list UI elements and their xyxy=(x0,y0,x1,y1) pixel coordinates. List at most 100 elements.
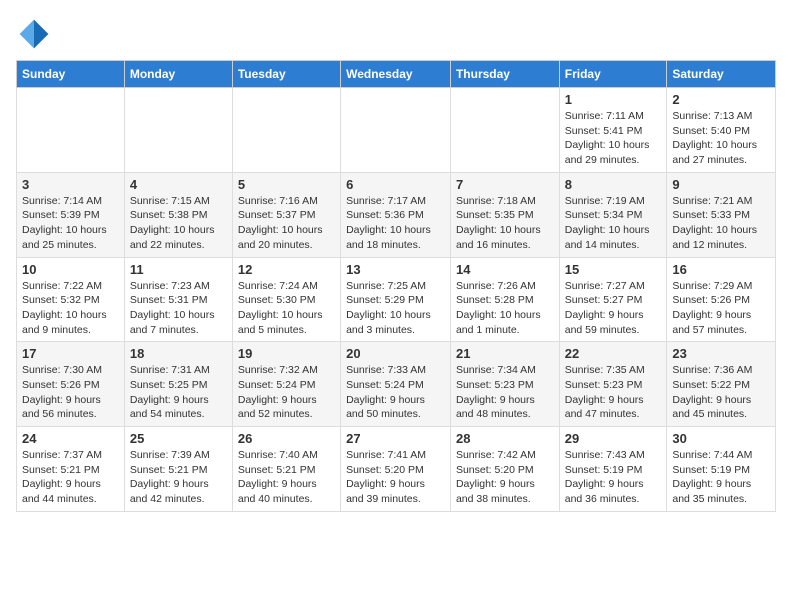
day-cell: 3 Sunrise: 7:14 AM Sunset: 5:39 PM Daylig… xyxy=(17,172,125,257)
day-cell: 16 Sunrise: 7:29 AM Sunset: 5:26 PM Dayli… xyxy=(667,257,776,342)
day-cell: 14 Sunrise: 7:26 AM Sunset: 5:28 PM Dayli… xyxy=(450,257,559,342)
day-cell: 28 Sunrise: 7:42 AM Sunset: 5:20 PM Dayli… xyxy=(450,427,559,512)
week-row-4: 24Sunrise: 7:37 AM Sunset: 5:21 PM Dayli… xyxy=(17,427,776,512)
calendar-table: SundayMondayTuesdayWednesdayThursdayFrid… xyxy=(16,60,776,512)
day-cell: 20 Sunrise: 7:33 AM Sunset: 5:24 PM Dayli… xyxy=(341,342,451,427)
header-monday: Monday xyxy=(124,61,232,88)
day-number: 9 xyxy=(672,177,770,192)
day-number: 29 xyxy=(565,431,662,446)
day-cell: 12Sunrise: 7:24 AM Sunset: 5:30 PM Dayli… xyxy=(232,257,340,342)
week-row-0: 1 Sunrise: 7:11 AM Sunset: 5:41 PM Daylig… xyxy=(17,88,776,173)
day-info: Sunrise: 7:34 AM Sunset: 5:23 PM Dayligh… xyxy=(456,363,554,422)
day-info: Sunrise: 7:25 AM Sunset: 5:29 PM Dayligh… xyxy=(346,279,445,338)
day-cell xyxy=(232,88,340,173)
day-info: Sunrise: 7:18 AM Sunset: 5:35 PM Dayligh… xyxy=(456,194,554,253)
day-cell: 27 Sunrise: 7:41 AM Sunset: 5:20 PM Dayli… xyxy=(341,427,451,512)
day-cell: 17 Sunrise: 7:30 AM Sunset: 5:26 PM Dayli… xyxy=(17,342,125,427)
day-cell: 24Sunrise: 7:37 AM Sunset: 5:21 PM Dayli… xyxy=(17,427,125,512)
day-number: 20 xyxy=(346,346,445,361)
day-cell: 9 Sunrise: 7:21 AM Sunset: 5:33 PM Daylig… xyxy=(667,172,776,257)
week-row-3: 17 Sunrise: 7:30 AM Sunset: 5:26 PM Dayli… xyxy=(17,342,776,427)
day-info: Sunrise: 7:40 AM Sunset: 5:21 PM Dayligh… xyxy=(238,448,335,507)
header-sunday: Sunday xyxy=(17,61,125,88)
header-row: SundayMondayTuesdayWednesdayThursdayFrid… xyxy=(17,61,776,88)
day-cell: 8 Sunrise: 7:19 AM Sunset: 5:34 PM Daylig… xyxy=(559,172,667,257)
day-cell: 30 Sunrise: 7:44 AM Sunset: 5:19 PM Dayli… xyxy=(667,427,776,512)
header-friday: Friday xyxy=(559,61,667,88)
day-number: 2 xyxy=(672,92,770,107)
day-cell: 29 Sunrise: 7:43 AM Sunset: 5:19 PM Dayli… xyxy=(559,427,667,512)
day-number: 14 xyxy=(456,262,554,277)
day-number: 21 xyxy=(456,346,554,361)
day-info: Sunrise: 7:36 AM Sunset: 5:22 PM Dayligh… xyxy=(672,363,770,422)
day-cell: 21 Sunrise: 7:34 AM Sunset: 5:23 PM Dayli… xyxy=(450,342,559,427)
day-info: Sunrise: 7:41 AM Sunset: 5:20 PM Dayligh… xyxy=(346,448,445,507)
day-cell: 10 Sunrise: 7:22 AM Sunset: 5:32 PM Dayli… xyxy=(17,257,125,342)
day-info: Sunrise: 7:15 AM Sunset: 5:38 PM Dayligh… xyxy=(130,194,227,253)
day-number: 3 xyxy=(22,177,119,192)
day-cell: 11 Sunrise: 7:23 AM Sunset: 5:31 PM Dayli… xyxy=(124,257,232,342)
day-cell: 5 Sunrise: 7:16 AM Sunset: 5:37 PM Daylig… xyxy=(232,172,340,257)
day-info: Sunrise: 7:31 AM Sunset: 5:25 PM Dayligh… xyxy=(130,363,227,422)
header-wednesday: Wednesday xyxy=(341,61,451,88)
day-info: Sunrise: 7:11 AM Sunset: 5:41 PM Dayligh… xyxy=(565,109,662,168)
day-info: Sunrise: 7:14 AM Sunset: 5:39 PM Dayligh… xyxy=(22,194,119,253)
day-cell xyxy=(17,88,125,173)
day-number: 25 xyxy=(130,431,227,446)
day-number: 23 xyxy=(672,346,770,361)
day-cell: 22 Sunrise: 7:35 AM Sunset: 5:23 PM Dayli… xyxy=(559,342,667,427)
logo-icon xyxy=(16,16,52,52)
day-cell: 18 Sunrise: 7:31 AM Sunset: 5:25 PM Dayli… xyxy=(124,342,232,427)
day-info: Sunrise: 7:35 AM Sunset: 5:23 PM Dayligh… xyxy=(565,363,662,422)
day-info: Sunrise: 7:19 AM Sunset: 5:34 PM Dayligh… xyxy=(565,194,662,253)
day-info: Sunrise: 7:30 AM Sunset: 5:26 PM Dayligh… xyxy=(22,363,119,422)
day-number: 7 xyxy=(456,177,554,192)
day-number: 13 xyxy=(346,262,445,277)
day-number: 5 xyxy=(238,177,335,192)
day-number: 8 xyxy=(565,177,662,192)
day-info: Sunrise: 7:33 AM Sunset: 5:24 PM Dayligh… xyxy=(346,363,445,422)
day-number: 30 xyxy=(672,431,770,446)
day-number: 22 xyxy=(565,346,662,361)
day-info: Sunrise: 7:42 AM Sunset: 5:20 PM Dayligh… xyxy=(456,448,554,507)
day-info: Sunrise: 7:16 AM Sunset: 5:37 PM Dayligh… xyxy=(238,194,335,253)
day-number: 10 xyxy=(22,262,119,277)
day-cell: 4 Sunrise: 7:15 AM Sunset: 5:38 PM Daylig… xyxy=(124,172,232,257)
week-row-1: 3 Sunrise: 7:14 AM Sunset: 5:39 PM Daylig… xyxy=(17,172,776,257)
week-row-2: 10 Sunrise: 7:22 AM Sunset: 5:32 PM Dayli… xyxy=(17,257,776,342)
day-number: 28 xyxy=(456,431,554,446)
day-number: 4 xyxy=(130,177,227,192)
day-cell: 25 Sunrise: 7:39 AM Sunset: 5:21 PM Dayli… xyxy=(124,427,232,512)
day-number: 11 xyxy=(130,262,227,277)
logo xyxy=(16,16,56,52)
day-cell: 23 Sunrise: 7:36 AM Sunset: 5:22 PM Dayli… xyxy=(667,342,776,427)
day-info: Sunrise: 7:22 AM Sunset: 5:32 PM Dayligh… xyxy=(22,279,119,338)
day-info: Sunrise: 7:29 AM Sunset: 5:26 PM Dayligh… xyxy=(672,279,770,338)
day-number: 18 xyxy=(130,346,227,361)
day-info: Sunrise: 7:21 AM Sunset: 5:33 PM Dayligh… xyxy=(672,194,770,253)
day-info: Sunrise: 7:43 AM Sunset: 5:19 PM Dayligh… xyxy=(565,448,662,507)
day-info: Sunrise: 7:44 AM Sunset: 5:19 PM Dayligh… xyxy=(672,448,770,507)
day-cell: 15 Sunrise: 7:27 AM Sunset: 5:27 PM Dayli… xyxy=(559,257,667,342)
day-number: 27 xyxy=(346,431,445,446)
day-number: 26 xyxy=(238,431,335,446)
day-info: Sunrise: 7:26 AM Sunset: 5:28 PM Dayligh… xyxy=(456,279,554,338)
day-info: Sunrise: 7:39 AM Sunset: 5:21 PM Dayligh… xyxy=(130,448,227,507)
day-info: Sunrise: 7:27 AM Sunset: 5:27 PM Dayligh… xyxy=(565,279,662,338)
day-cell: 1 Sunrise: 7:11 AM Sunset: 5:41 PM Daylig… xyxy=(559,88,667,173)
page-header xyxy=(16,16,776,52)
day-cell xyxy=(124,88,232,173)
day-number: 17 xyxy=(22,346,119,361)
day-number: 16 xyxy=(672,262,770,277)
day-cell: 2Sunrise: 7:13 AM Sunset: 5:40 PM Daylig… xyxy=(667,88,776,173)
day-info: Sunrise: 7:37 AM Sunset: 5:21 PM Dayligh… xyxy=(22,448,119,507)
day-number: 6 xyxy=(346,177,445,192)
day-cell: 7 Sunrise: 7:18 AM Sunset: 5:35 PM Daylig… xyxy=(450,172,559,257)
day-number: 1 xyxy=(565,92,662,107)
day-info: Sunrise: 7:32 AM Sunset: 5:24 PM Dayligh… xyxy=(238,363,335,422)
day-number: 15 xyxy=(565,262,662,277)
header-tuesday: Tuesday xyxy=(232,61,340,88)
day-info: Sunrise: 7:23 AM Sunset: 5:31 PM Dayligh… xyxy=(130,279,227,338)
day-cell: 19Sunrise: 7:32 AM Sunset: 5:24 PM Dayli… xyxy=(232,342,340,427)
day-cell: 26 Sunrise: 7:40 AM Sunset: 5:21 PM Dayli… xyxy=(232,427,340,512)
